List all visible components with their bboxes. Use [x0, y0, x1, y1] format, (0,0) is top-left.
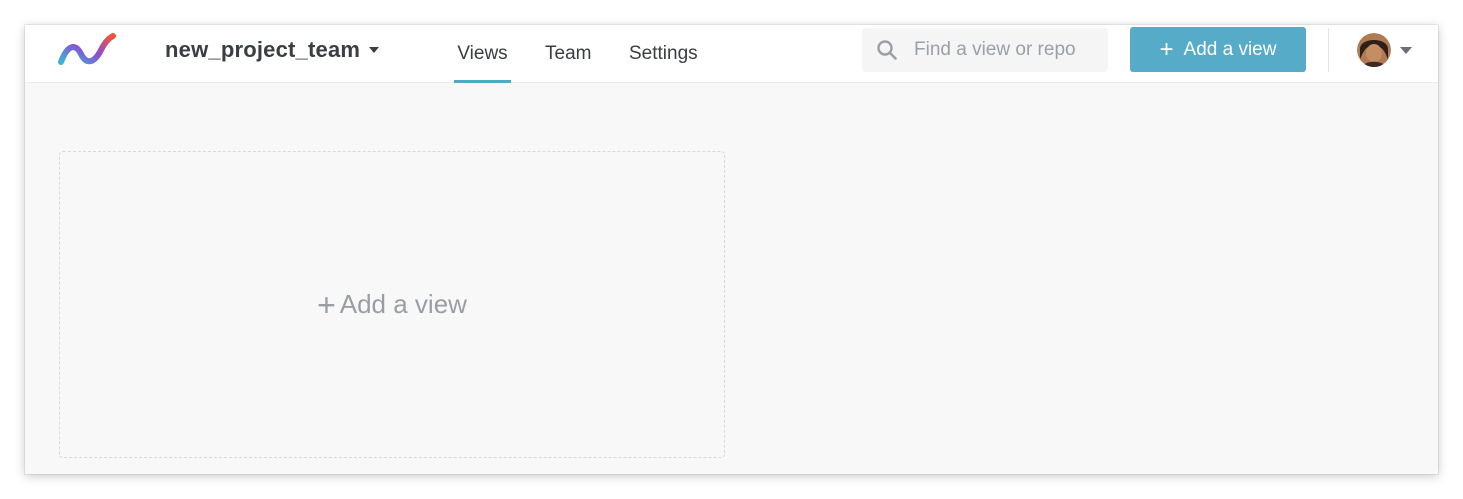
tab-views[interactable]: Views	[454, 25, 511, 83]
add-view-button-label: Add a view	[1183, 38, 1277, 60]
app-window: new_project_team Views Team Settings + A…	[25, 25, 1438, 474]
search-box[interactable]	[862, 28, 1108, 72]
chevron-down-icon	[1400, 46, 1412, 54]
user-menu[interactable]	[1357, 32, 1412, 68]
views-content: + Add a view	[25, 84, 1438, 474]
tab-team[interactable]: Team	[545, 25, 591, 83]
project-switcher[interactable]: new_project_team	[165, 25, 380, 75]
chevron-down-icon	[369, 47, 380, 53]
project-name: new_project_team	[165, 37, 361, 62]
top-header: new_project_team Views Team Settings + A…	[25, 25, 1438, 83]
user-avatar-icon[interactable]	[1357, 33, 1391, 67]
search-input[interactable]	[914, 39, 1104, 61]
tab-settings[interactable]: Settings	[629, 25, 698, 83]
app-logo-icon[interactable]	[57, 32, 117, 68]
add-view-card-text: Add a view	[339, 289, 467, 319]
plus-icon: +	[317, 286, 336, 323]
plus-icon: +	[1159, 35, 1174, 63]
add-view-card-label: + Add a view	[317, 289, 467, 321]
add-view-button[interactable]: + Add a view	[1130, 27, 1306, 72]
header-divider	[1328, 28, 1329, 72]
add-view-card[interactable]: + Add a view	[59, 151, 725, 458]
search-icon	[877, 40, 897, 60]
